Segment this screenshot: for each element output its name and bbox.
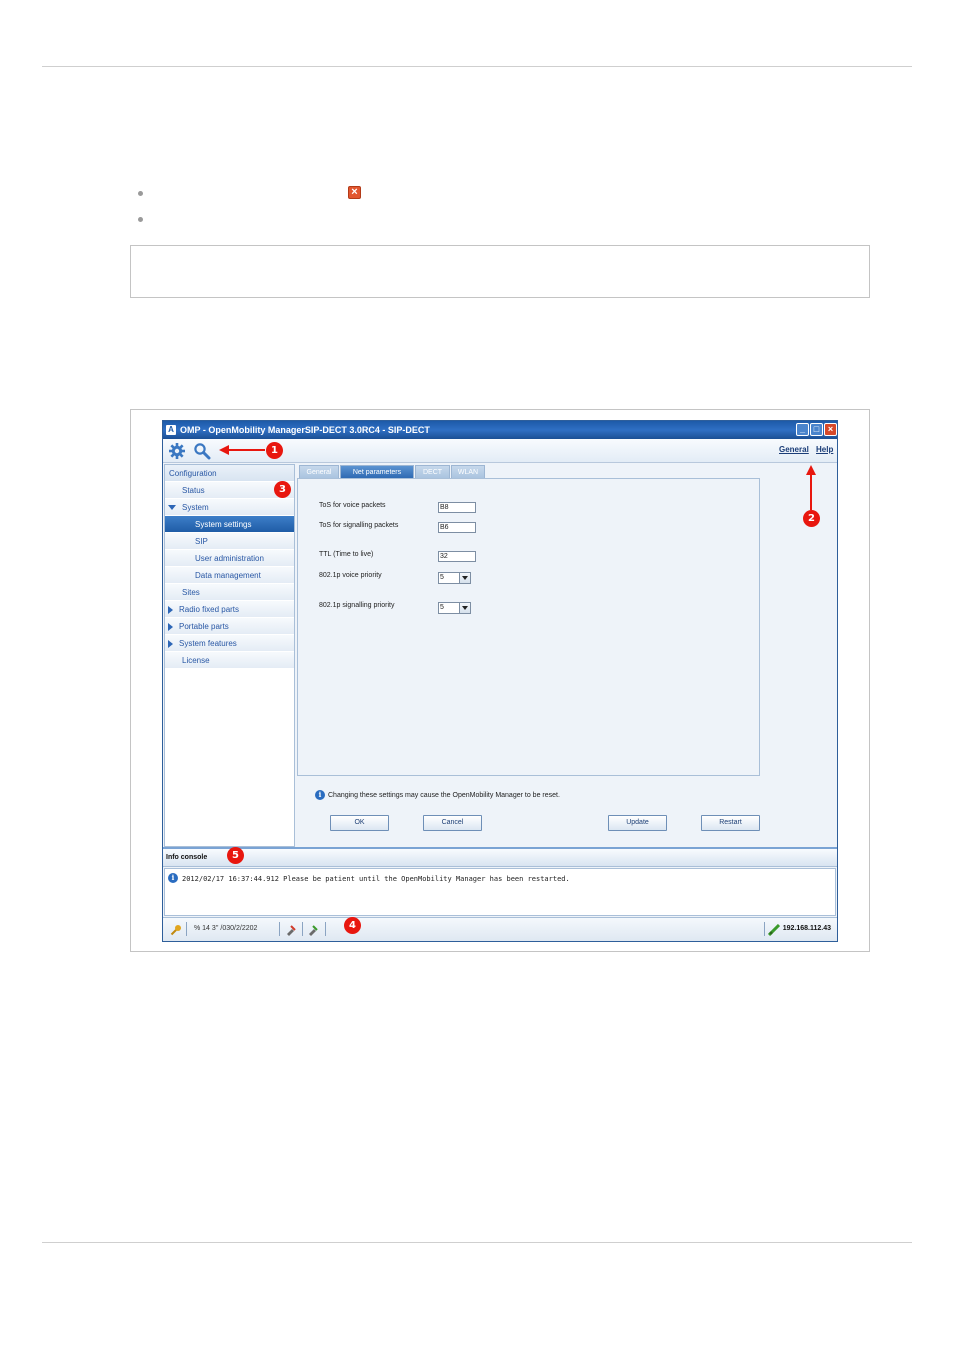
sidebar-item-label: System settings [195,520,252,529]
info-icon: i [168,873,178,883]
general-link[interactable]: General [779,445,809,454]
ttl-input[interactable]: 32 [438,551,476,562]
window-title: OMP - OpenMobility ManagerSIP-DECT 3.0RC… [180,425,430,435]
chevron-right-icon[interactable] [168,605,173,614]
error-icon: × [348,186,361,199]
signalling-priority-label: 802.1p signalling priority [319,602,395,609]
bullet-2 [138,217,143,222]
net-parameters-panel: ToS for voice packets B8 ToS for signall… [297,478,760,776]
ok-button[interactable]: OK [330,815,389,831]
ip-address: 192.168.112.43 [782,925,831,932]
plug-connected-icon[interactable] [307,924,319,936]
sidebar-item-label: Portable parts [179,622,229,631]
tab-wlan[interactable]: WLAN [451,465,485,478]
tos-signalling-input[interactable]: B6 [438,522,476,533]
voice-priority-label: 802.1p voice priority [319,572,382,579]
cancel-button[interactable]: Cancel [423,815,482,831]
tos-voice-label: ToS for voice packets [319,502,386,509]
info-icon: i [315,790,325,800]
status-text: % 14 3'' /030/2/2202 [194,925,258,932]
tos-signalling-label: ToS for signalling packets [319,522,399,529]
sidebar-item-system-features[interactable]: System features [165,635,294,652]
network-icon [768,924,780,936]
sidebar-item-user-administration[interactable]: User administration [165,550,294,567]
sidebar-item-portable-parts[interactable]: Portable parts [165,618,294,635]
sidebar-item-label: Sites [182,588,200,597]
title-bar[interactable]: A OMP - OpenMobility ManagerSIP-DECT 3.0… [163,421,837,439]
update-button[interactable]: Update [608,815,667,831]
help-link[interactable]: Help [816,445,833,454]
signalling-priority-select[interactable]: 5 [438,602,471,614]
omp-window: A OMP - OpenMobility ManagerSIP-DECT 3.0… [162,420,838,942]
status-separator [325,922,326,936]
info-console-header[interactable]: Info console [163,847,837,867]
sidebar-item-label: Status [182,486,205,495]
sidebar-item-system-settings[interactable]: System settings [165,516,294,533]
voice-priority-select[interactable]: 5 [438,572,471,584]
sidebar-item-sip[interactable]: SIP [165,533,294,550]
tab-general[interactable]: General [299,465,339,478]
sidebar-item-label: User administration [195,554,264,563]
sidebar-item-configuration[interactable]: Configuration [165,465,294,482]
status-separator [302,922,303,936]
close-icon[interactable]: × [824,423,837,436]
signalling-priority-value: 5 [440,604,444,611]
minimize-icon[interactable]: _ [796,423,809,436]
note-box [130,245,870,298]
sidebar: Configuration Status System System setti… [164,464,295,847]
sidebar-item-label: Data management [195,571,261,580]
key-icon [170,925,181,936]
callout-4: 4 [344,917,361,934]
callout-3: 3 [274,481,291,498]
sidebar-item-system[interactable]: System [165,499,294,516]
bottom-rule [42,1242,912,1243]
ttl-label: TTL (Time to live) [319,551,374,558]
voice-priority-value: 5 [440,574,444,581]
tab-dect[interactable]: DECT [415,465,450,478]
top-rule [42,66,912,67]
chevron-down-icon[interactable] [459,603,470,613]
app-icon: A [166,425,176,435]
info-console-title: Info console [166,854,208,861]
callout-2: 2 [803,510,820,527]
tos-voice-input[interactable]: B8 [438,502,476,513]
reset-warning-text: Changing these settings may cause the Op… [328,791,560,799]
sidebar-item-data-management[interactable]: Data management [165,567,294,584]
sidebar-item-label: Configuration [169,469,217,478]
chevron-right-icon[interactable] [168,639,173,648]
sidebar-item-radio-fixed-parts[interactable]: Radio fixed parts [165,601,294,618]
chevron-right-icon[interactable] [168,622,173,631]
sidebar-item-label: License [182,656,210,665]
plug-icon[interactable] [285,924,297,936]
status-separator [764,922,765,936]
status-separator [279,922,280,936]
restart-button[interactable]: Restart [701,815,760,831]
sidebar-item-license[interactable]: License [165,652,294,669]
maximize-icon[interactable]: □ [810,423,823,436]
chevron-down-icon[interactable] [168,505,176,511]
info-console: i 2012/02/17 16:37:44.912 Please be pati… [164,868,836,916]
chevron-down-icon[interactable] [459,573,470,583]
toolbar: General Help [163,439,837,463]
sidebar-item-label: System features [179,639,237,648]
console-message: 2012/02/17 16:37:44.912 Please be patien… [182,875,570,883]
callout-5: 5 [227,847,244,864]
status-separator [186,922,187,936]
callout-1: 1 [266,442,283,459]
bullet-1 [138,191,143,196]
status-bar: % 14 3'' /030/2/2202 192.168.112.43 [163,917,837,941]
sidebar-item-sites[interactable]: Sites [165,584,294,601]
gear-icon[interactable] [168,442,186,460]
content-area: General Net parameters DECT WLAN ToS for… [296,464,837,847]
tab-net-parameters[interactable]: Net parameters [340,465,414,478]
sidebar-item-label: System [182,503,209,512]
sidebar-item-label: SIP [195,537,208,546]
search-icon[interactable] [193,442,211,460]
reset-warning: i Changing these settings may cause the O… [315,790,560,800]
sidebar-item-label: Radio fixed parts [179,605,240,614]
